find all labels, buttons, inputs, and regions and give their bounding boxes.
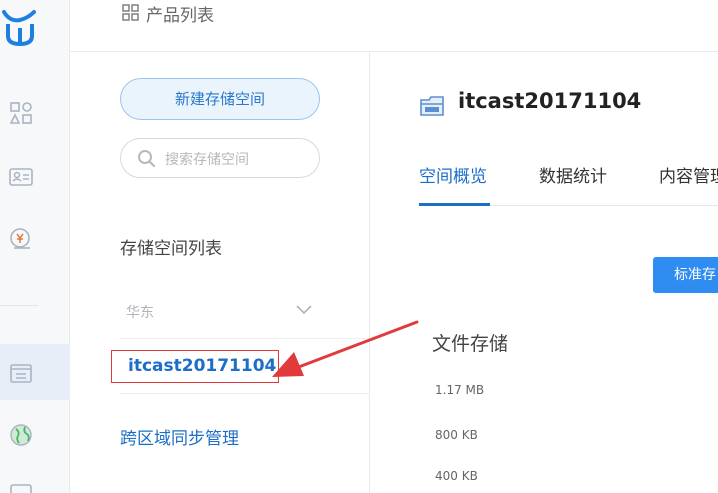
region-dropdown-label[interactable]: 华东	[126, 302, 154, 322]
top-header: 产品列表	[70, 0, 718, 52]
grid-icon	[122, 4, 139, 21]
list-divider	[120, 393, 370, 394]
globe-icon[interactable]	[8, 422, 34, 448]
tab-statistics[interactable]: 数据统计	[539, 162, 607, 187]
main-content: itcast20171104 空间概览 数据统计 内容管理 标准存 文件存储 1…	[371, 52, 718, 493]
tab-overview[interactable]: 空间概览	[419, 162, 487, 187]
rail-divider	[0, 305, 38, 306]
y-axis-tick: 800 KB	[435, 428, 478, 442]
bucket-folder-icon	[420, 96, 444, 116]
left-nav-rail	[0, 0, 70, 493]
y-axis-tick: 400 KB	[435, 469, 478, 483]
bucket-list-item[interactable]: itcast20171104	[128, 356, 276, 376]
rail-item-partial-icon[interactable]	[8, 482, 34, 493]
new-bucket-button[interactable]: 新建存储空间	[120, 78, 320, 120]
cross-region-sync-link[interactable]: 跨区域同步管理	[120, 424, 239, 449]
bucket-list-title: 存储空间列表	[120, 239, 222, 259]
qiniu-logo-icon[interactable]	[0, 8, 48, 48]
tab-content-management[interactable]: 内容管理	[659, 162, 718, 187]
finance-icon[interactable]	[8, 226, 34, 252]
standard-storage-button[interactable]: 标准存	[653, 257, 718, 293]
bucket-tabs: 空间概览 数据统计 内容管理	[419, 162, 718, 208]
id-card-icon[interactable]	[8, 164, 34, 190]
search-placeholder: 搜索存储空间	[165, 152, 249, 168]
file-storage-title: 文件存储	[432, 333, 509, 355]
y-axis-tick: 1.17 MB	[435, 383, 485, 397]
bucket-sidebar: 新建存储空间 搜索存储空间 存储空间列表 华东 itcast20171104 跨…	[70, 52, 419, 493]
active-tab-indicator	[419, 203, 490, 206]
storage-icon[interactable]	[8, 360, 34, 386]
bucket-title: itcast20171104	[458, 89, 642, 113]
search-icon	[138, 150, 156, 168]
bucket-search-input[interactable]: 搜索存储空间	[120, 138, 320, 178]
breadcrumb-product-list[interactable]: 产品列表	[146, 1, 214, 26]
apps-icon[interactable]	[8, 100, 34, 126]
